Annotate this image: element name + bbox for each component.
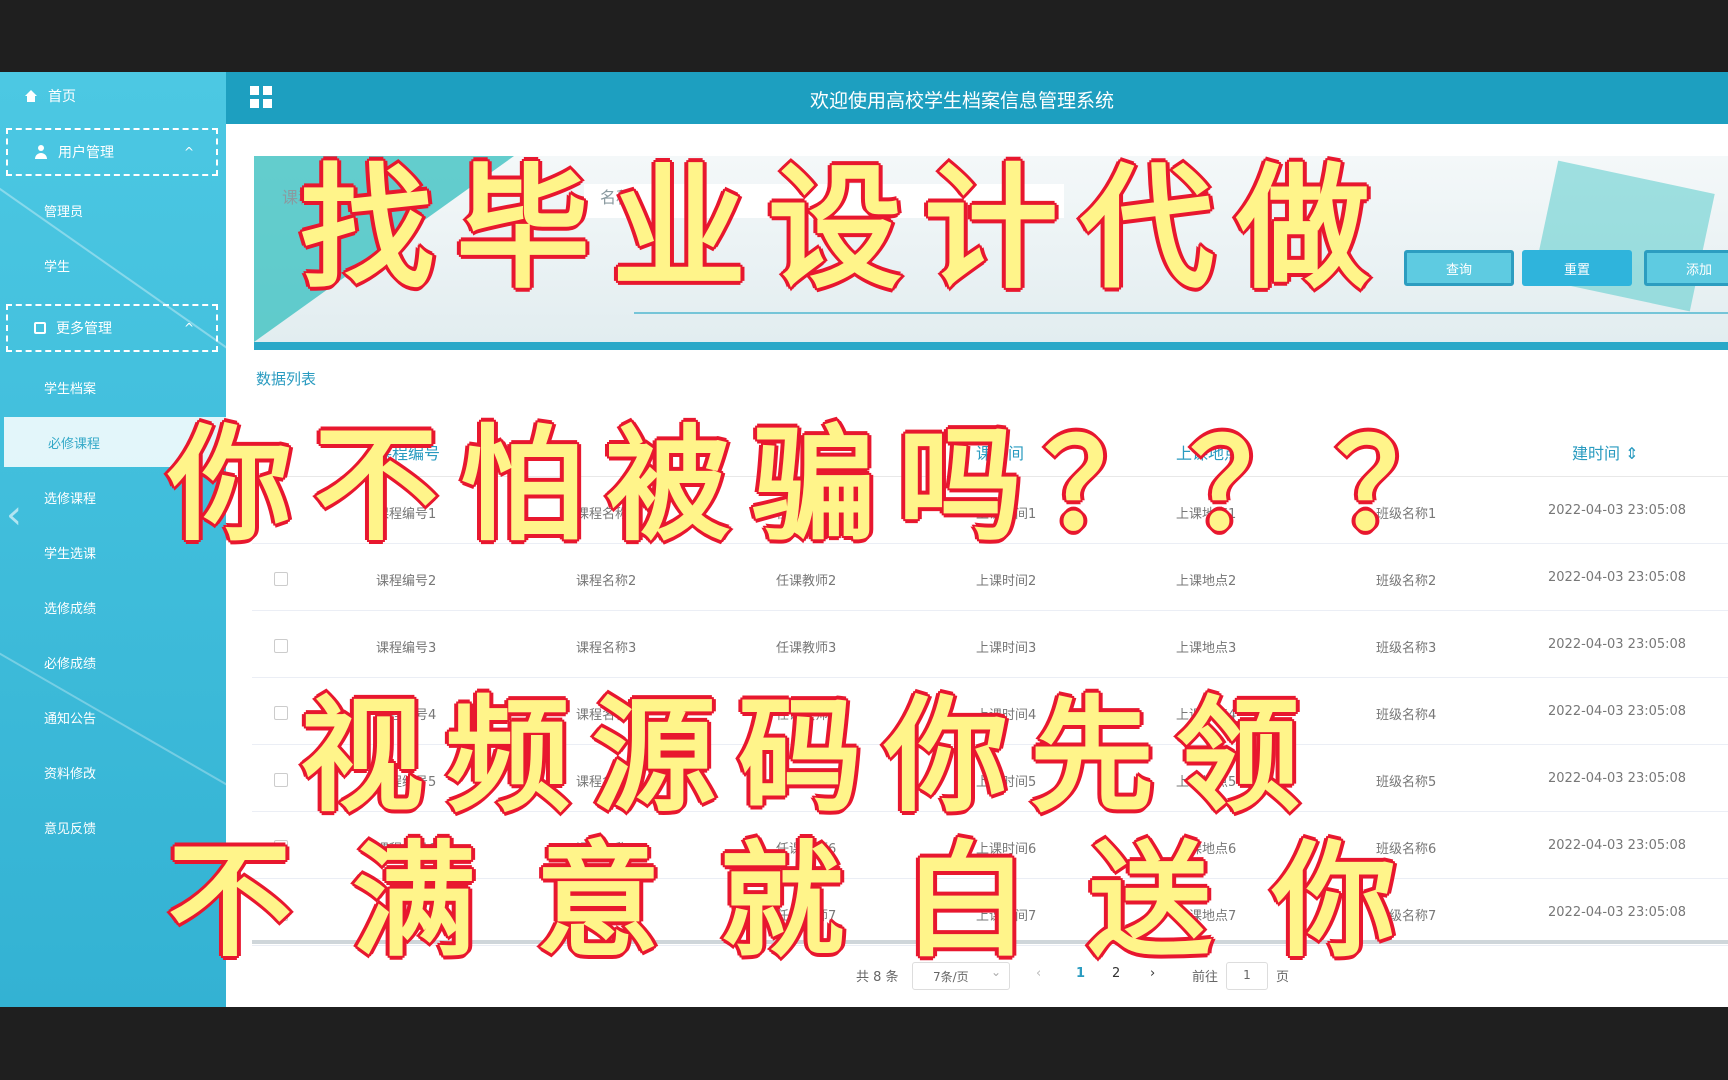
reset-button[interactable]: 重置 — [1522, 250, 1632, 286]
sidebar-item-notice[interactable]: 通知公告 — [0, 697, 226, 737]
sidebar-item-home[interactable]: 首页 — [0, 76, 226, 116]
column-header-created-time[interactable]: 建时间 ⇕ — [1572, 440, 1639, 464]
sidebar-group-label: 更多管理 — [56, 321, 112, 337]
table-cell: 课程编号2 — [376, 574, 437, 589]
row-checkbox[interactable] — [274, 706, 288, 720]
table-cell: 班级名称4 — [1376, 708, 1437, 723]
sidebar-item-profile-edit[interactable]: 资料修改 — [0, 752, 226, 792]
sidebar-group-more-management[interactable]: 更多管理 ^ — [6, 304, 218, 352]
table-cell: 课程名称3 — [576, 641, 637, 656]
sidebar-item-required-score[interactable]: 必修成绩 — [0, 642, 226, 682]
sidebar-item-elective-score[interactable]: 选修成绩 — [0, 587, 226, 627]
sidebar-group-user-management[interactable]: 用户管理 ^ — [6, 128, 218, 176]
table-cell: 2022-04-03 23:05:08 — [1548, 637, 1687, 652]
table-cell: 课程名称2 — [576, 574, 637, 589]
table-cell: 班级名称2 — [1376, 574, 1437, 589]
chevron-up-icon: ^ — [183, 145, 194, 159]
table-cell: 2022-04-03 23:05:08 — [1548, 771, 1687, 786]
table-cell: 班级名称5 — [1376, 775, 1437, 790]
overlay-text-line-2: 你不怕被骗吗？？？ — [166, 413, 1483, 560]
table-cell: 上课时间3 — [976, 641, 1037, 656]
chevron-up-icon: ^ — [183, 321, 194, 335]
sidebar-group-label: 用户管理 — [58, 145, 114, 161]
row-checkbox[interactable] — [274, 773, 288, 787]
table-cell: 上课时间2 — [976, 574, 1037, 589]
table-cell: 课程编号3 — [376, 641, 437, 656]
collapse-arrow-icon[interactable]: ‹ — [6, 492, 22, 538]
query-button[interactable]: 查询 — [1404, 250, 1514, 286]
table-cell: 任课教师3 — [776, 641, 837, 656]
copy-icon — [34, 322, 46, 334]
top-header: 欢迎使用高校学生档案信息管理系统 — [226, 72, 1728, 124]
app-title: 欢迎使用高校学生档案信息管理系统 — [809, 90, 1114, 112]
overlay-text-line-4: 不满意就白送你 — [166, 829, 1457, 976]
user-icon — [34, 145, 48, 159]
add-button[interactable]: 添加 — [1644, 250, 1728, 286]
overlay-text-line-1: 找毕业设计代做 — [298, 150, 1393, 309]
table-cell: 2022-04-03 23:05:08 — [1548, 704, 1687, 719]
sidebar-item-admin[interactable]: 管理员 — [0, 190, 226, 230]
home-icon — [24, 90, 38, 102]
table-cell: 2022-04-03 23:05:08 — [1548, 905, 1687, 920]
row-checkbox[interactable] — [274, 639, 288, 653]
table-cell: 班级名称3 — [1376, 641, 1437, 656]
table-cell: 2022-04-03 23:05:08 — [1548, 838, 1687, 853]
table-cell: 任课教师2 — [776, 574, 837, 589]
sidebar-item-label: 首页 — [48, 89, 76, 105]
decoration — [1533, 160, 1715, 312]
sidebar-item-student[interactable]: 学生 — [0, 245, 226, 285]
table-cell: 2022-04-03 23:05:08 — [1548, 503, 1687, 518]
row-checkbox[interactable] — [274, 572, 288, 586]
table-cell: 上课地点3 — [1176, 641, 1237, 656]
table-cell: 上课地点2 — [1176, 574, 1237, 589]
table-cell: 2022-04-03 23:05:08 — [1548, 570, 1687, 585]
